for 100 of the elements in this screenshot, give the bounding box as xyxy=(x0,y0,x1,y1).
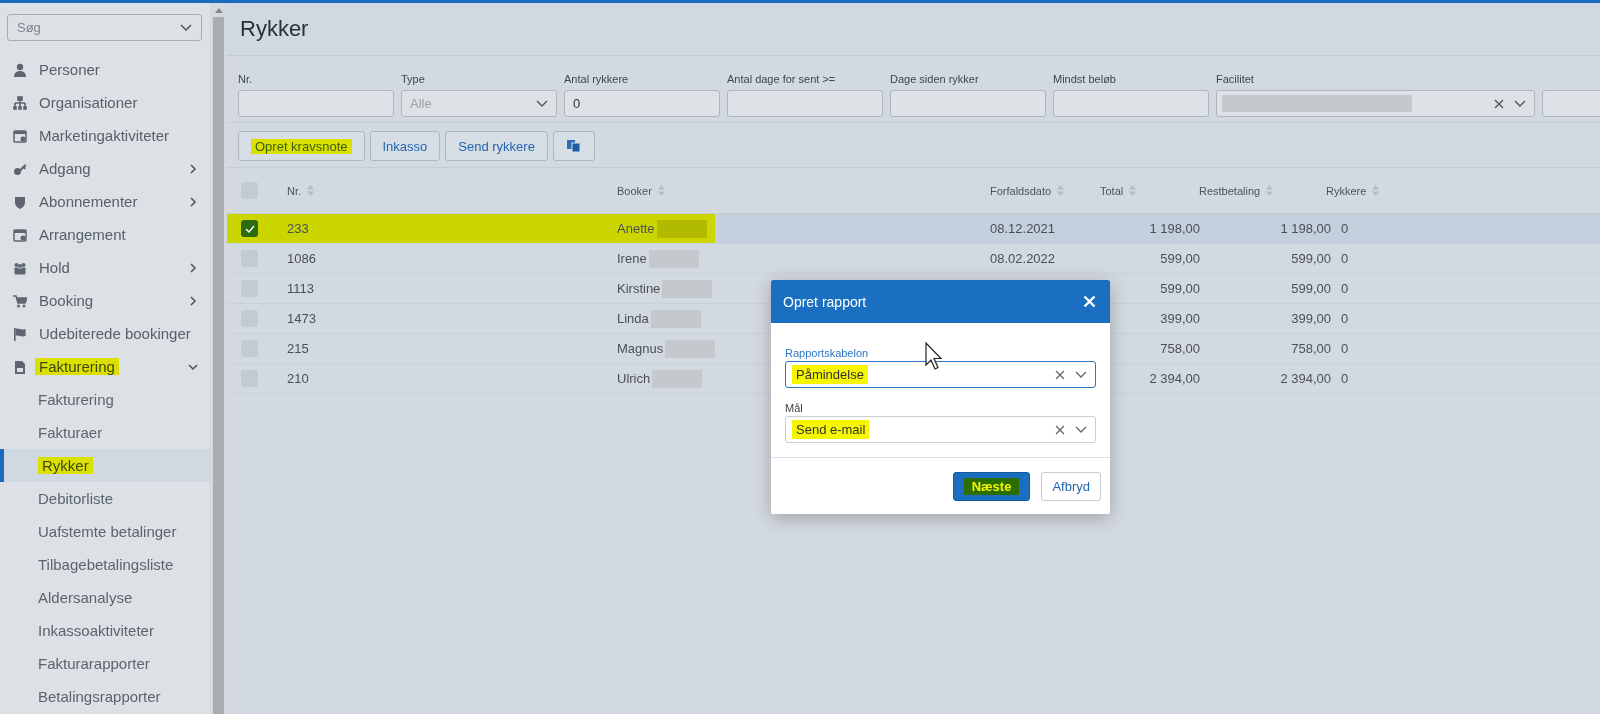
menu-item[interactable]: Abonnementer xyxy=(0,185,210,218)
filter-label: Mindst beløb xyxy=(1053,73,1117,87)
submenu-item[interactable]: Fakturering xyxy=(0,383,210,416)
field-label: Mål xyxy=(785,402,804,414)
filter-field[interactable] xyxy=(1053,90,1209,117)
filter-label: Dage siden rykker xyxy=(890,73,980,87)
menu-item[interactable]: Arrangement xyxy=(0,218,210,251)
filter-label: Type xyxy=(401,73,426,87)
table-cell: 233 xyxy=(287,221,309,236)
sort-icon[interactable] xyxy=(307,185,315,196)
table-cell: 599,00 xyxy=(1291,281,1331,296)
table-row[interactable]: 1086 Irene 08.02.2022 599,00 599,00 0 xyxy=(227,244,1600,274)
table-cell: 1 198,00 xyxy=(1280,221,1331,236)
submenu-item[interactable]: Uafstemte betalinger xyxy=(0,515,210,548)
sort-icon[interactable] xyxy=(1057,185,1065,196)
table-cell: 0 xyxy=(1341,371,1349,386)
sort-icon[interactable] xyxy=(1266,185,1274,196)
table-cell: 758,00 xyxy=(1291,341,1331,356)
scroll-up-icon[interactable] xyxy=(214,7,223,13)
chevron-down-icon xyxy=(180,23,192,32)
search-field[interactable]: Søg xyxy=(7,14,202,41)
document-icon xyxy=(13,359,27,374)
submenu-item[interactable]: Betalingsrapporter xyxy=(0,680,210,713)
filter-field[interactable] xyxy=(727,90,883,117)
menu-item[interactable]: Marketingaktiviteter xyxy=(0,119,210,152)
table-cell: Irene xyxy=(617,251,647,266)
table-cell: 599,00 xyxy=(1291,251,1331,266)
menu-item[interactable]: Organisationer xyxy=(0,86,210,119)
field-label: Rapportskabelon xyxy=(785,347,870,359)
cart-icon xyxy=(13,293,27,308)
table-cell: Ulrich xyxy=(617,371,651,386)
shield-icon xyxy=(13,194,27,209)
flag-icon xyxy=(13,326,27,341)
table-cell: Magnus xyxy=(617,341,664,356)
table-cell: 0 xyxy=(1341,221,1349,236)
table-cell: 599,00 xyxy=(1160,281,1200,296)
menu-item[interactable]: Udebiterede bookinger xyxy=(0,317,210,350)
menu-item[interactable]: Hold xyxy=(0,251,210,284)
clear-icon[interactable] xyxy=(1494,98,1504,109)
cursor-icon xyxy=(925,342,943,370)
filter-label: Antal rykkere xyxy=(564,73,630,87)
menu-item[interactable]: Adgang xyxy=(0,152,210,185)
table-cell: 0 xyxy=(1341,311,1349,326)
column-header[interactable]: Total xyxy=(1100,184,1124,197)
submenu-item[interactable]: Rykker xyxy=(0,449,210,482)
menu-item[interactable]: Booking xyxy=(0,284,210,317)
column-header[interactable]: Nr. xyxy=(287,184,302,197)
column-header[interactable]: Rykkere xyxy=(1326,184,1367,197)
chevron-right-icon xyxy=(188,163,198,174)
table-cell: Kirstine xyxy=(617,281,661,296)
submenu-item[interactable]: Fakturarapporter xyxy=(0,647,210,680)
sort-icon[interactable] xyxy=(657,185,665,196)
table-cell: 1086 xyxy=(287,251,316,266)
cancel-button[interactable]: Afbryd xyxy=(1041,472,1101,501)
column-header[interactable]: Booker xyxy=(617,184,652,197)
clear-icon[interactable] xyxy=(1055,369,1065,380)
row-checkbox[interactable] xyxy=(241,220,258,237)
submenu-item[interactable]: Inkassoaktiviteter xyxy=(0,614,210,647)
calendar-person-icon xyxy=(13,128,27,143)
chevron-right-icon xyxy=(188,262,198,273)
submenu-item[interactable]: Fakturaer xyxy=(0,416,210,449)
filter-field[interactable] xyxy=(1216,90,1535,117)
filter-field[interactable] xyxy=(890,90,1046,117)
menu-item[interactable]: Personer xyxy=(0,53,210,86)
next-button[interactable]: Næste xyxy=(952,472,1031,501)
select-field[interactable]: Påmindelse xyxy=(785,361,1096,388)
table-cell: 215 xyxy=(287,341,309,356)
copy-button[interactable] xyxy=(552,131,595,161)
table-cell: 399,00 xyxy=(1291,311,1331,326)
column-header[interactable]: Forfaldsdato xyxy=(990,184,1052,197)
page-title: Rykker xyxy=(240,16,309,42)
close-icon[interactable] xyxy=(1083,295,1096,308)
menu-item[interactable]: Fakturering xyxy=(0,350,210,383)
sort-icon[interactable] xyxy=(1129,185,1137,196)
chevron-down-icon xyxy=(188,361,198,372)
chevron-right-icon xyxy=(188,196,198,207)
chevron-down-icon xyxy=(1075,425,1087,434)
table-cell: 1473 xyxy=(287,311,316,326)
redaction-block xyxy=(656,219,707,238)
submenu-item[interactable]: Aldersanalyse xyxy=(0,581,210,614)
table-cell: 758,00 xyxy=(1160,341,1200,356)
table-cell: 2 394,00 xyxy=(1280,371,1331,386)
select-field[interactable]: Send e-mail xyxy=(785,416,1096,443)
person-icon xyxy=(13,62,27,77)
table-cell: 0 xyxy=(1341,341,1349,356)
toolbar-button[interactable]: Opret kravsnote xyxy=(238,131,365,161)
clear-icon[interactable] xyxy=(1055,424,1065,435)
copy-icon xyxy=(565,139,582,153)
table-row[interactable]: 233 Anette 08.12.2021 1 198,00 1 198,00 0 xyxy=(227,214,1600,244)
toolbar-button[interactable]: Inkasso xyxy=(369,131,441,161)
submenu-item[interactable]: Tilbagebetalingsliste xyxy=(0,548,210,581)
chevron-down-icon xyxy=(536,99,548,108)
submenu-item[interactable]: Debitorliste xyxy=(0,482,210,515)
check-icon xyxy=(244,224,255,233)
toolbar-button[interactable]: Send rykkere xyxy=(445,131,548,161)
sort-icon[interactable] xyxy=(1372,185,1380,196)
filter-field[interactable] xyxy=(238,90,394,117)
column-header[interactable]: Restbetaling xyxy=(1199,184,1261,197)
scrollbar-thumb[interactable] xyxy=(213,17,224,714)
filter-field[interactable]: 0 xyxy=(564,90,720,117)
